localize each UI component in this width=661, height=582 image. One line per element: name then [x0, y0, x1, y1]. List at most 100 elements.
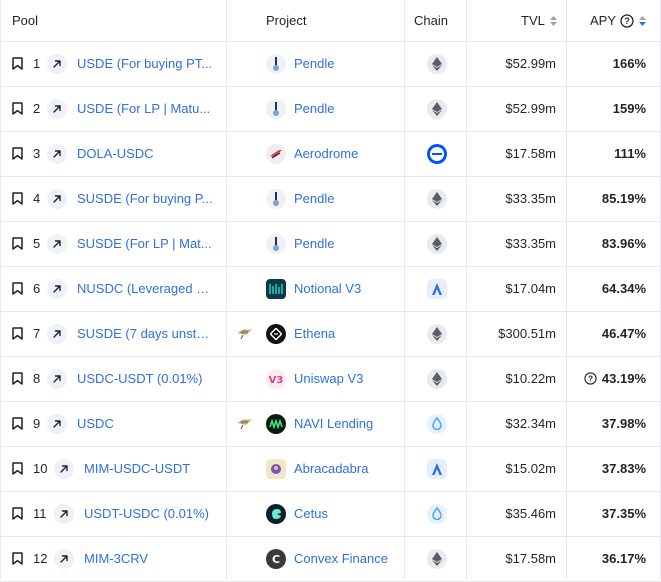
- apy-text: 37.98%: [601, 416, 646, 431]
- open-external-button[interactable]: [47, 86, 67, 131]
- project-logo: [266, 311, 286, 356]
- external-link-icon: [47, 413, 67, 434]
- open-external-button[interactable]: [47, 356, 67, 401]
- pool-link[interactable]: SUSDE (For buying P...: [77, 176, 214, 221]
- chain-arbitrum-icon: [427, 446, 447, 491]
- tvl-value: $15.02m: [505, 461, 556, 476]
- pool-link[interactable]: MIM-3CRV: [84, 536, 214, 581]
- bookmark-icon[interactable]: [12, 446, 23, 491]
- table-row: 11 USDT-USDC (0.01%) Cetus $35.46m 37.35…: [0, 491, 661, 537]
- project-link[interactable]: Notional V3: [294, 266, 361, 311]
- project-name: Aerodrome: [294, 146, 359, 161]
- pool-link[interactable]: DOLA-USDC: [77, 131, 214, 176]
- pool-link[interactable]: USDT-USDC (0.01%): [84, 491, 214, 536]
- table-row: 9 USDC NAVI Lending $32.34m 37.98%: [0, 401, 661, 447]
- table-row: 7 SUSDE (7 days unsta... Ethena $300.51m…: [0, 311, 661, 357]
- project-logo: V3: [266, 356, 286, 401]
- apy-text: 111%: [614, 146, 646, 161]
- bookmark-icon[interactable]: [12, 401, 23, 446]
- yield-pools-table: Pool Project Chain TVL APY ? 1 USDE (For…: [0, 0, 661, 582]
- pool-link[interactable]: USDC: [77, 401, 214, 446]
- header-apy-label: APY: [590, 13, 617, 28]
- project-logo: [266, 401, 286, 446]
- table-row: 3 DOLA-USDC Aerodrome $17.58m 111%: [0, 131, 661, 177]
- pool-link[interactable]: NUSDC (Leveraged Li...: [77, 266, 214, 311]
- open-external-button[interactable]: [47, 221, 67, 266]
- tvl-value: $300.51m: [498, 326, 556, 341]
- pool-name: DOLA-USDC: [77, 146, 154, 161]
- bookmark-icon[interactable]: [12, 221, 23, 266]
- bookmark-icon[interactable]: [12, 536, 23, 581]
- project-logo: [266, 131, 286, 176]
- chain-arbitrum-icon: [427, 266, 447, 311]
- chain-ethereum-icon: [427, 176, 447, 221]
- svg-text:C: C: [272, 553, 280, 565]
- apy-value: 85.19%: [566, 176, 646, 221]
- apy-text: 37.35%: [601, 506, 646, 521]
- pool-name: USDC: [77, 416, 114, 431]
- apy-value: 37.83%: [566, 446, 646, 491]
- open-external-button[interactable]: [54, 491, 74, 536]
- rank-number: 1: [33, 56, 41, 71]
- project-link[interactable]: Abracadabra: [294, 446, 368, 491]
- bookmark-icon[interactable]: [12, 311, 23, 356]
- project-logo: [266, 446, 286, 491]
- rank-number: 2: [33, 101, 41, 116]
- tvl-value: $17.58m: [505, 146, 556, 161]
- info-icon[interactable]: ?: [584, 372, 597, 385]
- project-link[interactable]: NAVI Lending: [294, 401, 373, 446]
- pool-link[interactable]: USDC-USDT (0.01%): [77, 356, 214, 401]
- rank-number: 6: [33, 281, 41, 296]
- tvl-value: $33.35m: [505, 191, 556, 206]
- bookmark-icon[interactable]: [12, 41, 23, 86]
- rank-number: 11: [33, 506, 47, 521]
- info-icon[interactable]: ?: [620, 13, 634, 28]
- external-link-icon: [47, 233, 67, 254]
- bookmark-icon[interactable]: [12, 86, 23, 131]
- open-external-button[interactable]: [47, 311, 67, 356]
- rank-number: 7: [33, 326, 41, 341]
- open-external-button[interactable]: [47, 176, 67, 221]
- tvl-value: $52.99m: [505, 101, 556, 116]
- open-external-button[interactable]: [47, 401, 67, 446]
- project-logo: [266, 266, 286, 311]
- tvl-value: $17.04m: [505, 281, 556, 296]
- open-external-button[interactable]: [47, 41, 67, 86]
- bookmark-icon[interactable]: [12, 356, 23, 401]
- bookmark-icon[interactable]: [12, 266, 23, 311]
- open-external-button[interactable]: [47, 131, 67, 176]
- project-link[interactable]: Convex Finance: [294, 536, 388, 581]
- project-logo: [266, 86, 286, 131]
- tvl-value: $33.35m: [505, 236, 556, 251]
- project-link[interactable]: Ethena: [294, 311, 335, 356]
- project-link[interactable]: Aerodrome: [294, 131, 358, 176]
- apy-value: 83.96%: [566, 221, 646, 266]
- project-link[interactable]: Uniswap V3: [294, 356, 363, 401]
- apy-value: 37.98%: [566, 401, 646, 446]
- chain-ethereum-icon: [427, 86, 447, 131]
- pool-link[interactable]: SUSDE (For LP | Mat...: [77, 221, 214, 266]
- table-row: 10 MIM-USDC-USDT Abracadabra $15.02m 37.…: [0, 446, 661, 492]
- pool-link[interactable]: USDE (For buying PT...: [77, 41, 214, 86]
- project-link[interactable]: Pendle: [294, 221, 334, 266]
- project-link[interactable]: Cetus: [294, 491, 328, 536]
- table-row: 6 NUSDC (Leveraged Li... Notional V3 $17…: [0, 266, 661, 312]
- bookmark-icon[interactable]: [12, 491, 23, 536]
- chain-sui-icon: [427, 491, 447, 536]
- header-apy-sort[interactable]: APY ?: [590, 0, 647, 41]
- project-link[interactable]: Pendle: [294, 86, 334, 131]
- svg-text:?: ?: [588, 373, 593, 383]
- pool-link[interactable]: USDE (For LP | Matu...: [77, 86, 214, 131]
- project-name: Cetus: [294, 506, 328, 521]
- chain-ethereum-icon: [427, 536, 447, 581]
- pool-link[interactable]: MIM-USDC-USDT: [84, 446, 214, 491]
- pool-link[interactable]: SUSDE (7 days unsta...: [77, 311, 214, 356]
- header-tvl-sort[interactable]: TVL: [521, 0, 557, 41]
- open-external-button[interactable]: [54, 446, 74, 491]
- open-external-button[interactable]: [54, 536, 74, 581]
- bookmark-icon[interactable]: [12, 176, 23, 221]
- project-link[interactable]: Pendle: [294, 41, 334, 86]
- open-external-button[interactable]: [47, 266, 67, 311]
- bookmark-icon[interactable]: [12, 131, 23, 176]
- project-link[interactable]: Pendle: [294, 176, 334, 221]
